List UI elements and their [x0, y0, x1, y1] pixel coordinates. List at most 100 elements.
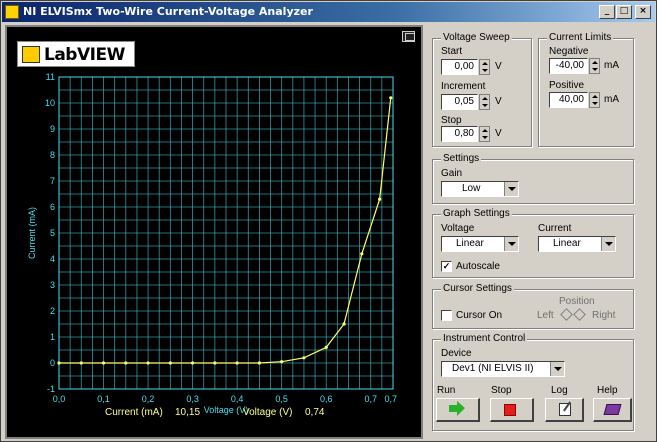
x-tick-label: 0,1 [97, 394, 110, 404]
data-point [168, 361, 172, 365]
current-scale-label: Current [538, 223, 572, 234]
cursor-on-checkbox[interactable] [441, 310, 452, 321]
negative-label: Negative [549, 46, 589, 57]
device-label: Device [441, 348, 472, 359]
positive-input[interactable]: 40,00 [549, 92, 588, 108]
help-book-icon [603, 404, 622, 415]
start-spinner[interactable] [479, 59, 490, 75]
help-button[interactable] [593, 398, 632, 422]
y-tick-label: 9 [50, 124, 55, 134]
data-point [101, 361, 106, 365]
x-tick-label: 0,3 [186, 394, 199, 404]
x-tick-label: 0,7 [364, 394, 377, 404]
y-tick-label: 5 [50, 228, 55, 238]
start-unit: V [495, 61, 502, 72]
device-select[interactable]: Dev1 (NI ELVIS II) [441, 361, 565, 377]
start-label: Start [441, 46, 463, 57]
increment-label: Increment [441, 81, 486, 92]
voltage-scale-select[interactable]: Linear [441, 236, 519, 252]
iv-curve-line [59, 97, 392, 364]
gain-label: Gain [441, 168, 463, 179]
voltage-scale-label: Voltage [441, 223, 475, 234]
data-point [79, 361, 83, 365]
minimize-button[interactable]: _ [599, 5, 615, 19]
title-bar[interactable]: NI ELVISmx Two-Wire Current-Voltage Anal… [2, 2, 655, 22]
stop-button-label: Stop [491, 385, 512, 396]
cursor-right-diamond-icon[interactable] [573, 308, 586, 321]
negative-input[interactable]: -40,00 [549, 58, 588, 74]
current-scale-select[interactable]: Linear [538, 236, 616, 252]
positive-unit: mA [604, 94, 619, 105]
positive-spinner[interactable] [589, 92, 600, 108]
data-point [360, 252, 364, 256]
y-tick-label: 10 [45, 98, 55, 108]
restore-graph-icon[interactable] [402, 31, 415, 42]
start-input[interactable]: 0,00 [441, 59, 478, 75]
data-point [235, 361, 239, 365]
cursor-right-label: Right [592, 310, 616, 321]
app-window: NI ELVISmx Two-Wire Current-Voltage Anal… [0, 0, 657, 442]
current-limits-title: Current Limits [547, 32, 614, 43]
settings-group: Settings Gain Low [432, 153, 634, 204]
x-tick-label: 0,7 [385, 394, 398, 404]
graph-panel: -1 0 1 2 3 4 5 6 7 8 9 10 11 0,0 0,1 0,2 0,3 0,4 0,5 0,6 0,7… [5, 25, 423, 439]
x-tick-label: 0,5 [275, 394, 288, 404]
data-point [257, 361, 261, 365]
graph-settings-title: Graph Settings [441, 208, 512, 219]
x-tick-label: 0,4 [231, 394, 244, 404]
app-icon [5, 5, 19, 19]
autoscale-checkbox[interactable]: ✓ [441, 261, 452, 272]
run-arrow-icon [449, 401, 465, 416]
y-axis-label: Current (mA) [27, 207, 37, 259]
log-button[interactable] [545, 398, 584, 422]
stop-button[interactable] [490, 398, 534, 422]
y-tick-label: 6 [50, 202, 55, 212]
run-button[interactable] [436, 398, 480, 422]
readout-current-value: 10,15 [175, 407, 201, 418]
stop-label: Stop [441, 115, 462, 126]
data-point [213, 361, 217, 365]
close-button[interactable]: × [635, 5, 651, 19]
current-limits-group: Current Limits Negative -40,00 mA Positi… [538, 32, 634, 147]
readout-current-label: Current (mA) [105, 407, 163, 418]
x-tick-label: 0,2 [142, 394, 155, 404]
gain-select[interactable]: Low [441, 181, 519, 197]
stop-spinner[interactable] [479, 126, 490, 142]
data-point [342, 322, 346, 326]
help-label: Help [597, 385, 618, 396]
y-tick-label: -1 [47, 384, 55, 394]
iv-graph[interactable]: -1 0 1 2 3 4 5 6 7 8 9 10 11 0,0 0,1 0,2 0,3 0,4 0,5 0,6 0,7… [7, 27, 421, 437]
run-label: Run [437, 385, 456, 396]
maximize-button[interactable]: □ [616, 5, 632, 19]
chevron-down-icon [601, 237, 615, 251]
data-point [280, 360, 284, 364]
y-tick-label: 3 [50, 280, 55, 290]
increment-unit: V [495, 96, 502, 107]
stop-input[interactable]: 0,80 [441, 126, 478, 142]
y-tick-label: 4 [50, 254, 55, 264]
y-tick-label: 8 [50, 150, 55, 160]
positive-label: Positive [549, 80, 585, 91]
chevron-down-icon [504, 237, 518, 251]
data-point [146, 361, 150, 365]
gain-value: Low [462, 183, 481, 194]
y-tick-label: 7 [50, 176, 55, 186]
cursor-settings-group: Cursor Settings Cursor On Position Left … [432, 283, 634, 329]
negative-spinner[interactable] [589, 58, 600, 74]
ni-logo-icon [22, 46, 40, 63]
increment-input[interactable]: 0,05 [441, 94, 478, 110]
voltage-scale-value: Linear [456, 238, 484, 249]
voltage-sweep-title: Voltage Sweep [441, 32, 512, 43]
x-tick-label: 0,0 [53, 394, 66, 404]
increment-spinner[interactable] [479, 94, 490, 110]
readout-voltage-value: 0,74 [305, 407, 325, 418]
y-tick-label: 0 [50, 358, 55, 368]
graph-settings-group: Graph Settings Voltage Linear Current Li… [432, 208, 634, 278]
settings-title: Settings [441, 153, 482, 164]
cursor-left-diamond-icon[interactable] [560, 308, 573, 321]
y-tick-label: 11 [46, 72, 55, 82]
data-point [191, 361, 195, 365]
cursor-on-label: Cursor On [456, 310, 503, 321]
y-tick-label: 2 [50, 306, 55, 316]
window-title: NI ELVISmx Two-Wire Current-Voltage Anal… [23, 5, 313, 18]
